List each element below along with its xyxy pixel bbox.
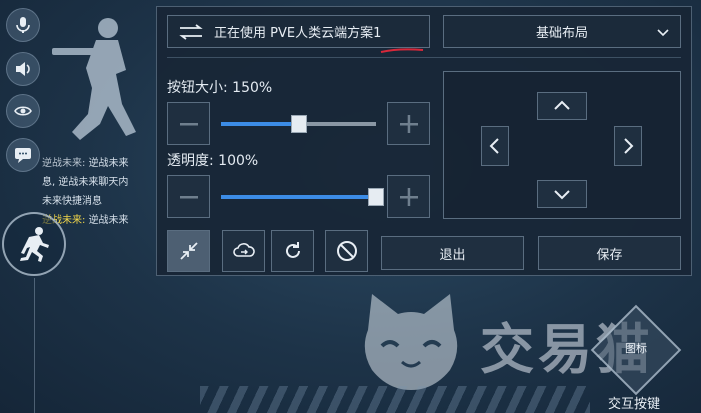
interact-button-icon-label: 图标: [625, 342, 647, 355]
red-underline-mark: [380, 48, 424, 53]
size-decrease-button[interactable]: [167, 102, 210, 145]
chevron-right-icon: [624, 138, 634, 154]
layout-label: 基础布局: [535, 26, 588, 41]
size-increase-button[interactable]: [387, 102, 430, 145]
chat-line: 未来快捷消息: [42, 196, 102, 207]
opacity-decrease-button[interactable]: [167, 175, 210, 218]
move-right-button[interactable]: [614, 126, 642, 166]
position-dpad: [443, 71, 681, 219]
reset-icon: [285, 242, 300, 258]
chevron-up-icon: [554, 100, 570, 110]
soldier-silhouette: [52, 18, 136, 140]
scheme-switch[interactable]: 正在使用 PVE人类云端方案1: [167, 15, 430, 48]
move-up-button[interactable]: [537, 92, 587, 120]
size-slider-thumb[interactable]: [290, 115, 307, 133]
layout-settings-panel: 正在使用 PVE人类云端方案1 基础布局 按钮大小: 150% 透明度: 100…: [156, 6, 692, 276]
chat-line: 逆战未来: 逆战未来: [42, 158, 129, 169]
switch-arrows-icon: [179, 23, 203, 40]
prohibit-icon: [336, 241, 357, 261]
interact-label: 交互按键: [608, 397, 661, 412]
eye-icon: [14, 106, 32, 116]
move-down-button[interactable]: [537, 180, 587, 208]
layout-dropdown[interactable]: 基础布局: [443, 15, 681, 48]
chevron-left-icon: [489, 138, 499, 154]
reset-button[interactable]: [271, 230, 314, 272]
sprint-button[interactable]: [2, 212, 66, 276]
opacity-label: 透明度: 100%: [167, 153, 259, 169]
opacity-slider-thumb[interactable]: [368, 188, 384, 206]
watermark-cat-logo: [364, 294, 458, 390]
exit-button[interactable]: 退出: [381, 236, 524, 270]
mic-button[interactable]: [6, 8, 40, 42]
size-slider-fill: [221, 122, 299, 126]
speaker-button[interactable]: [6, 52, 40, 86]
decorative-stripes: [200, 386, 590, 413]
chat-icon: [15, 148, 31, 163]
collapse-arrows-icon: [179, 242, 198, 260]
save-button[interactable]: 保存: [538, 236, 681, 270]
chevron-down-icon: [657, 29, 669, 37]
cloud-sync-icon: [232, 243, 255, 257]
collapse-button[interactable]: [167, 230, 210, 272]
scheme-label: 正在使用 PVE人类云端方案1: [214, 26, 382, 41]
plus-icon: [399, 114, 418, 133]
chevron-down-icon: [554, 190, 570, 200]
minus-icon: [179, 195, 198, 198]
divider-line: [34, 278, 35, 413]
opacity-slider-fill: [221, 195, 376, 199]
chat-feed: 逆战未来: 逆战未来 息, 逆战未来聊天内 未来快捷消息 逆战未来: 逆战未来: [42, 154, 160, 230]
divider: [167, 57, 681, 58]
mic-icon: [16, 17, 30, 33]
chat-line: 息, 逆战未来聊天内: [42, 177, 129, 188]
speaker-icon: [16, 62, 30, 76]
chat-button[interactable]: [6, 138, 40, 172]
disable-button[interactable]: [325, 230, 368, 272]
plus-icon: [399, 187, 418, 206]
opacity-slider[interactable]: [221, 195, 376, 199]
view-button[interactable]: [6, 94, 40, 128]
cloud-sync-button[interactable]: [222, 230, 265, 272]
opacity-increase-button[interactable]: [387, 175, 430, 218]
running-man-icon: [20, 227, 49, 262]
minus-icon: [179, 122, 198, 125]
size-label: 按钮大小: 150%: [167, 80, 273, 96]
move-left-button[interactable]: [481, 126, 509, 166]
